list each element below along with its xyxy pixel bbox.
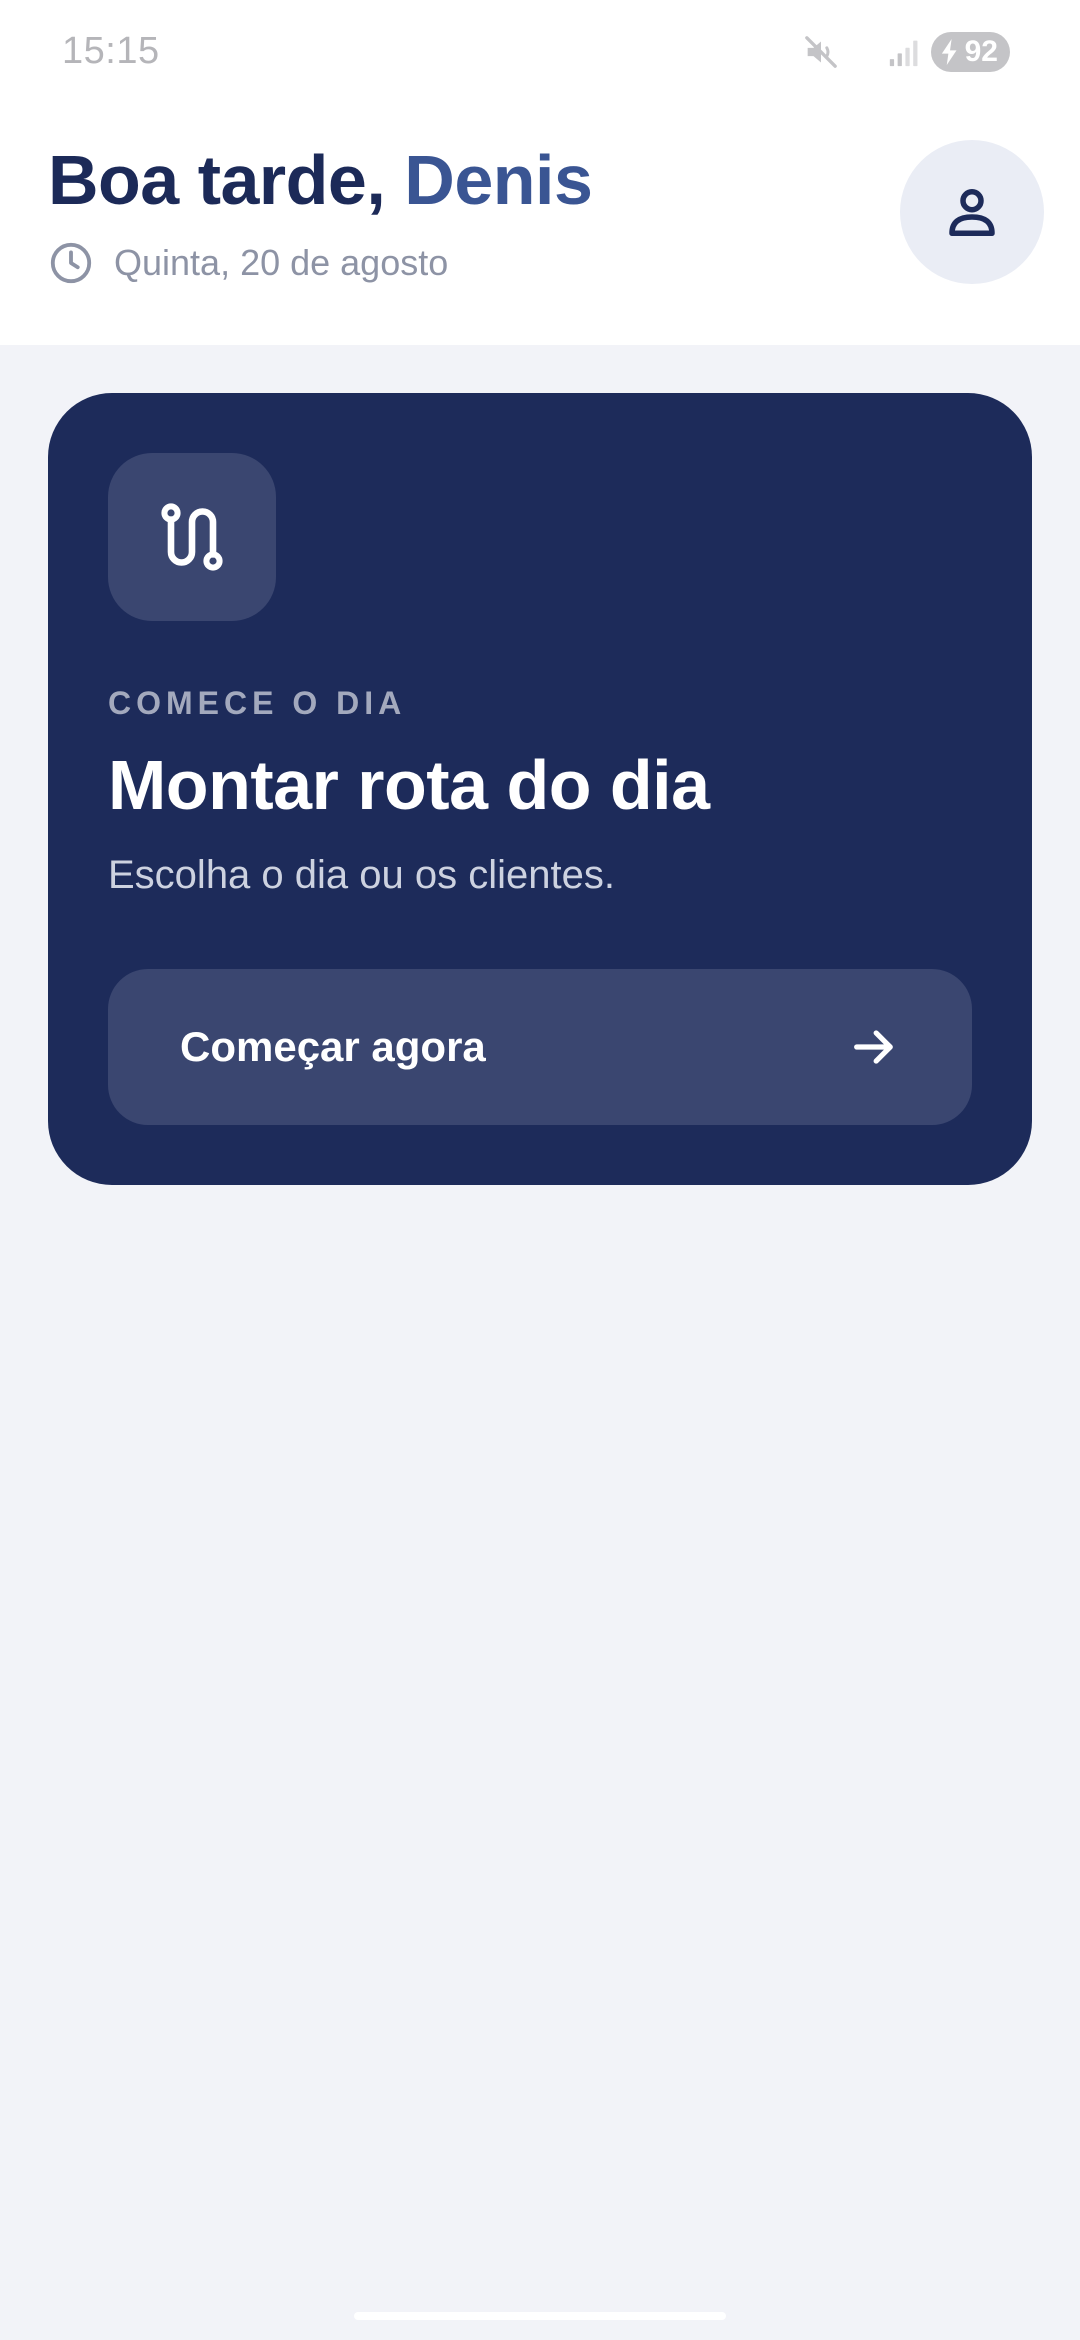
status-time: 15:15: [62, 30, 160, 72]
status-bar: 15:15 92: [0, 0, 1080, 100]
signal-icon: [889, 40, 918, 67]
date-row: Quinta, 20 de agosto: [48, 240, 448, 286]
arrow-right-icon: [854, 1030, 893, 1064]
user-icon: [949, 189, 995, 236]
route-tile: [108, 453, 276, 621]
start-now-button[interactable]: Começar agora: [108, 969, 972, 1125]
start-day-card: COMECE O DIA Montar rota do dia Escolha …: [48, 393, 1032, 1185]
card-title: Montar rota do dia: [108, 746, 710, 824]
header: 15:15 92 Boa tarde, Denis Quinta, 20 de …: [0, 0, 1080, 345]
battery-charging-icon: [941, 39, 957, 65]
date-label: Quinta, 20 de agosto: [114, 242, 449, 283]
start-now-label: Começar agora: [180, 1023, 486, 1070]
card-subtitle: Escolha o dia ou os clientes.: [108, 853, 615, 897]
route-icon: [161, 503, 223, 571]
greeting-prefix: Boa tarde,: [48, 141, 405, 219]
profile-button[interactable]: [900, 140, 1044, 284]
card-eyebrow: COMECE O DIA: [108, 685, 407, 721]
battery-level: 92: [964, 35, 998, 68]
battery-indicator: 92: [930, 32, 1010, 72]
mute-icon: [804, 36, 837, 68]
greeting-title: Boa tarde, Denis: [48, 140, 593, 220]
home-indicator[interactable]: [354, 2312, 726, 2320]
user-name: Denis: [404, 141, 593, 219]
clock-icon: [50, 242, 92, 284]
status-icons: 92: [801, 30, 1010, 74]
